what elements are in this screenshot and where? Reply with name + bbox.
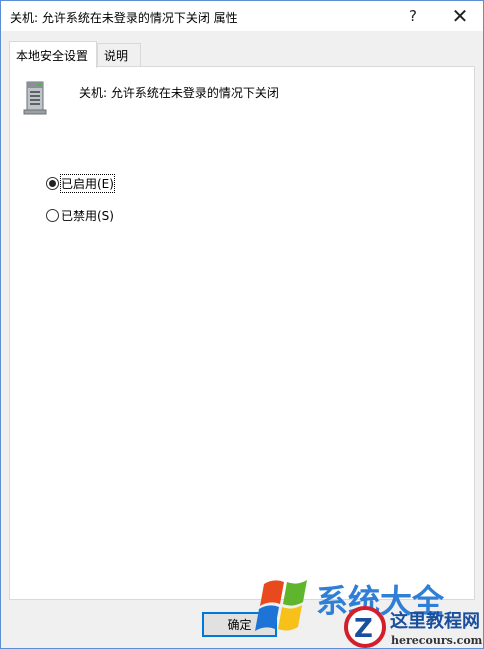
properties-dialog: 关机: 允许系统在未登录的情况下关闭 属性 ? ✕ 本地安全设置 说明 关机: … <box>0 0 484 649</box>
help-button[interactable]: ? <box>390 1 436 31</box>
tab-local-security-setting[interactable]: 本地安全设置 <box>9 41 97 68</box>
watermark-logo: 系统大全 Z 这里教程网 herecours.com <box>255 580 483 648</box>
window-title: 关机: 允许系统在未登录的情况下关闭 属性 <box>10 11 238 25</box>
close-button[interactable]: ✕ <box>437 1 483 31</box>
tab-panel: 关机: 允许系统在未登录的情况下关闭 已启用(E) 已禁用(S) <box>9 66 475 600</box>
svg-text:Z: Z <box>354 614 373 644</box>
disabled-option[interactable]: 已禁用(S) <box>46 207 114 224</box>
tab-explain[interactable]: 说明 <box>97 43 141 67</box>
disabled-radio[interactable] <box>46 209 59 222</box>
enabled-option[interactable]: 已启用(E) <box>46 174 115 193</box>
tab-strip: 本地安全设置 说明 <box>9 41 475 68</box>
tab-label: 说明 <box>104 49 129 63</box>
policy-name: 关机: 允许系统在未登录的情况下关闭 <box>79 86 279 100</box>
title-bar[interactable]: 关机: 允许系统在未登录的情况下关闭 属性 ? ✕ <box>1 1 483 31</box>
server-icon <box>23 81 47 115</box>
windows-flag-icon <box>255 580 307 631</box>
tab-label: 本地安全设置 <box>16 48 89 63</box>
ok-button-label: 确定 <box>227 618 252 632</box>
help-icon: ? <box>409 7 417 25</box>
watermark-site-name: 这里教程网 <box>390 610 480 632</box>
enabled-radio[interactable] <box>46 177 59 190</box>
close-icon: ✕ <box>451 4 469 28</box>
disabled-label[interactable]: 已禁用(S) <box>61 207 114 224</box>
watermark-site-url: herecours.com <box>391 634 483 647</box>
enabled-label[interactable]: 已启用(E) <box>60 174 115 193</box>
